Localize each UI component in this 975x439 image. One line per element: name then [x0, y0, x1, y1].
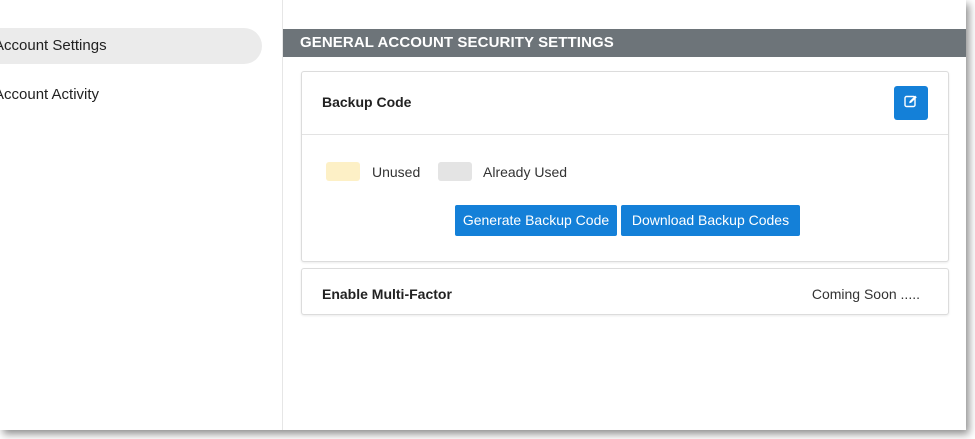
- generate-backup-code-button[interactable]: Generate Backup Code: [455, 205, 617, 236]
- card-header: Backup Code: [302, 72, 948, 135]
- unused-label: Unused: [372, 164, 421, 180]
- sidebar: Account Settings Account Activity: [0, 0, 283, 430]
- card-title: Backup Code: [322, 94, 412, 110]
- app-window: Account Settings Account Activity GENERA…: [0, 0, 966, 430]
- unused-swatch: [326, 162, 360, 181]
- download-backup-codes-button[interactable]: Download Backup Codes: [621, 205, 800, 236]
- multi-factor-title: Enable Multi-Factor: [322, 286, 452, 302]
- edit-icon: [904, 94, 918, 113]
- sidebar-item-account-settings[interactable]: Account Settings: [0, 28, 262, 64]
- sidebar-item-account-activity[interactable]: Account Activity: [0, 77, 262, 113]
- multi-factor-card: Enable Multi-Factor Coming Soon .....: [301, 268, 949, 315]
- edit-button[interactable]: [894, 86, 928, 120]
- backup-code-card: Backup Code Unused Already Used Generate: [301, 71, 949, 262]
- already-used-swatch: [438, 162, 472, 181]
- multi-factor-status: Coming Soon .....: [811, 286, 920, 302]
- already-used-label: Already Used: [483, 164, 568, 180]
- sidebar-item-label: Account Settings: [0, 37, 107, 54]
- section-header: GENERAL ACCOUNT SECURITY SETTINGS: [283, 29, 966, 57]
- main-content: GENERAL ACCOUNT SECURITY SETTINGS Backup…: [283, 0, 966, 430]
- sidebar-item-label: Account Activity: [0, 86, 100, 103]
